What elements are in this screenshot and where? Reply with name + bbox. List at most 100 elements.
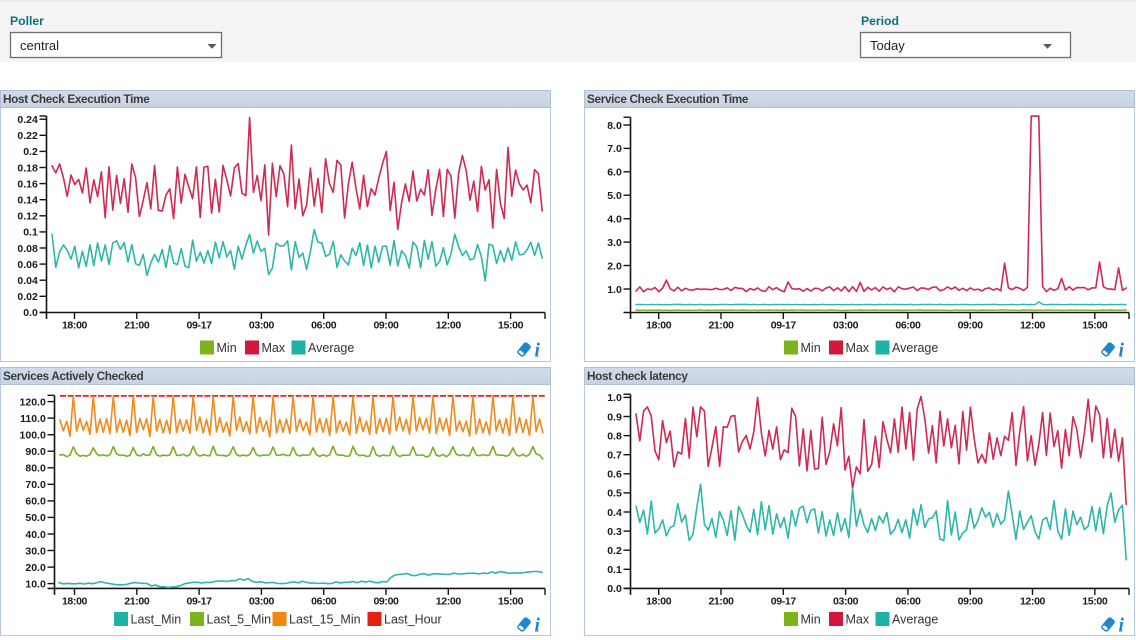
svg-text:40.0: 40.0 [25,529,46,541]
svg-text:Services Actively Checked: Services Actively Checked [3,369,143,383]
svg-text:i: i [1119,616,1125,637]
svg-text:1.0: 1.0 [607,284,622,296]
svg-text:12:00: 12:00 [436,595,462,607]
svg-text:80.0: 80.0 [25,463,46,475]
svg-text:2.0: 2.0 [607,260,622,272]
svg-text:06:00: 06:00 [895,320,921,332]
svg-text:09-17: 09-17 [187,320,213,332]
svg-text:Max: Max [262,341,286,355]
svg-text:09-17: 09-17 [771,320,797,332]
svg-text:70.0: 70.0 [25,479,46,491]
svg-text:i: i [535,341,541,362]
svg-text:Host check latency: Host check latency [587,369,688,383]
svg-text:Last_Hour: Last_Hour [384,613,442,627]
svg-text:Last_Min: Last_Min [131,613,182,627]
svg-text:0.6: 0.6 [607,469,622,481]
svg-text:Min: Min [217,341,237,355]
svg-text:0.18: 0.18 [17,162,38,174]
svg-text:100.0: 100.0 [20,430,46,442]
svg-text:0.7: 0.7 [607,450,622,462]
svg-text:06:00: 06:00 [311,320,337,332]
svg-text:i: i [535,616,541,637]
svg-text:18:00: 18:00 [646,595,672,607]
svg-text:110.0: 110.0 [20,413,46,425]
svg-text:0.1: 0.1 [607,564,622,576]
svg-text:0.24: 0.24 [17,114,38,126]
svg-text:7.0: 7.0 [607,143,622,155]
svg-text:15:00: 15:00 [498,320,524,332]
svg-text:10.0: 10.0 [25,578,46,590]
svg-text:5.0: 5.0 [607,190,622,202]
svg-text:60.0: 60.0 [25,496,46,508]
svg-text:0.3: 0.3 [607,526,622,538]
svg-text:0.4: 0.4 [607,507,622,519]
svg-text:03:00: 03:00 [833,320,859,332]
svg-text:0.16: 0.16 [17,178,38,190]
svg-text:0.2: 0.2 [607,545,622,557]
svg-text:30.0: 30.0 [25,545,46,557]
svg-text:0.8: 0.8 [607,430,622,442]
svg-text:0.06: 0.06 [17,259,38,271]
svg-text:18:00: 18:00 [646,320,672,332]
svg-text:06:00: 06:00 [895,595,921,607]
svg-text:0.04: 0.04 [17,275,38,287]
svg-text:09-17: 09-17 [771,595,797,607]
svg-text:09:00: 09:00 [373,595,399,607]
svg-text:03:00: 03:00 [249,595,275,607]
svg-text:Last_15_Min: Last_15_Min [289,613,361,627]
svg-text:Last_5_Min: Last_5_Min [207,613,272,627]
svg-text:09-17: 09-17 [187,595,213,607]
svg-text:09:00: 09:00 [958,595,984,607]
svg-text:90.0: 90.0 [25,446,46,458]
svg-text:4.0: 4.0 [607,214,622,226]
svg-text:Max: Max [846,341,870,355]
svg-text:12:00: 12:00 [1020,595,1046,607]
svg-text:0.0: 0.0 [607,583,622,595]
svg-text:15:00: 15:00 [1082,595,1108,607]
svg-text:6.0: 6.0 [607,167,622,179]
svg-text:Host Check Execution Time: Host Check Execution Time [3,92,150,106]
svg-text:18:00: 18:00 [62,595,88,607]
svg-text:03:00: 03:00 [249,320,275,332]
svg-text:Today: Today [870,38,905,53]
svg-text:0.02: 0.02 [17,291,38,303]
svg-text:Average: Average [892,613,938,627]
svg-text:0.1: 0.1 [23,227,38,239]
svg-text:21:00: 21:00 [124,595,150,607]
svg-text:20.0: 20.0 [25,562,46,574]
svg-text:15:00: 15:00 [1082,320,1108,332]
svg-text:0.14: 0.14 [17,195,38,207]
svg-text:0.2: 0.2 [23,146,38,158]
svg-text:15:00: 15:00 [498,595,524,607]
svg-text:12:00: 12:00 [1020,320,1046,332]
svg-text:0.12: 0.12 [17,211,38,223]
svg-text:12:00: 12:00 [436,320,462,332]
svg-text:0.0: 0.0 [23,307,38,319]
svg-text:Average: Average [308,341,354,355]
svg-text:120.0: 120.0 [20,396,46,408]
svg-text:18:00: 18:00 [62,320,88,332]
svg-text:06:00: 06:00 [311,595,337,607]
svg-text:3.0: 3.0 [607,237,622,249]
svg-text:8.0: 8.0 [607,120,622,132]
svg-text:Min: Min [801,341,821,355]
svg-text:Max: Max [846,613,870,627]
svg-text:21:00: 21:00 [708,320,734,332]
svg-text:0.08: 0.08 [17,243,38,255]
svg-text:Period: Period [861,14,899,28]
svg-text:Service Check Execution Time: Service Check Execution Time [587,92,749,106]
svg-text:21:00: 21:00 [708,595,734,607]
svg-text:0.22: 0.22 [17,130,38,142]
svg-text:50.0: 50.0 [25,512,46,524]
svg-text:central: central [20,38,59,53]
svg-text:03:00: 03:00 [833,595,859,607]
svg-text:09:00: 09:00 [958,320,984,332]
svg-text:0.5: 0.5 [607,488,622,500]
svg-text:Min: Min [801,613,821,627]
svg-text:i: i [1119,341,1125,362]
svg-text:Poller: Poller [10,14,44,28]
svg-text:1.0: 1.0 [607,392,622,404]
svg-text:0.9: 0.9 [607,411,622,423]
svg-text:21:00: 21:00 [124,320,150,332]
svg-text:09:00: 09:00 [373,320,399,332]
